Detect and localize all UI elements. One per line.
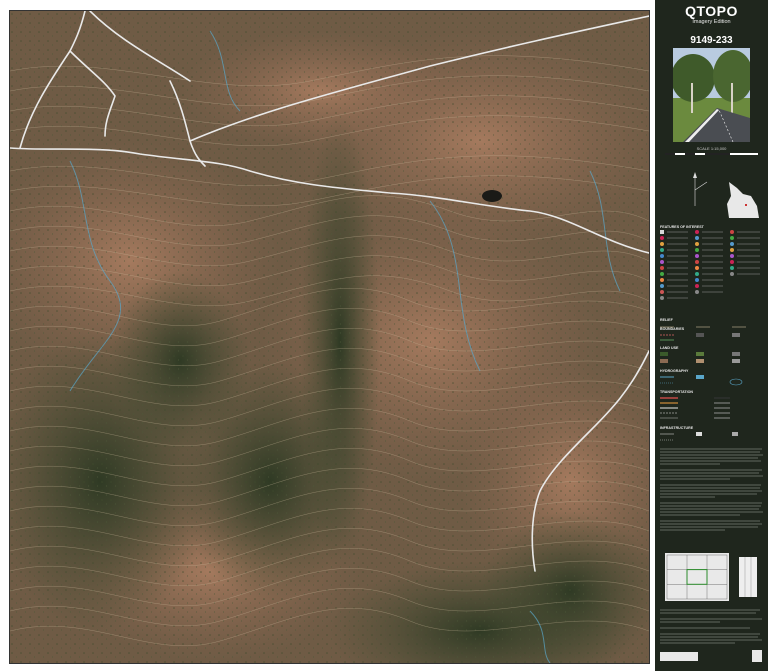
legend-panel: QTOPO Imagery Edition 9149-233 SCALE 1:1…: [655, 0, 768, 671]
transportation-legend-symbols: [660, 397, 730, 419]
boundaries-legend-symbols: [660, 333, 740, 341]
map-title: QTOPO: [685, 3, 738, 19]
adjoining-sheets-index: [665, 553, 729, 601]
legend-heading-transportation: TRANSPORTATION: [660, 390, 694, 394]
terrain-imagery: [10, 11, 649, 663]
map-sheet-frame: [0, 0, 655, 671]
imagery-map[interactable]: [9, 10, 650, 664]
land-use-legend-symbols: [660, 352, 740, 363]
legend-heading-features: FEATURES OF INTEREST: [660, 225, 704, 229]
queensland-locator-map: [727, 182, 759, 218]
footer-text-block: [660, 609, 762, 662]
legend-heading-infrastructure: INFRASTRUCTURE: [660, 426, 694, 430]
scale-label: SCALE 1:15,000: [696, 146, 727, 151]
notes-text-block: [660, 448, 763, 531]
north-arrow-icon: [693, 172, 708, 206]
hydrography-legend-symbols: [660, 375, 743, 386]
scale-bar: [665, 153, 758, 155]
infrastructure-legend-symbols: [660, 432, 738, 441]
sheet-number: 9149-233: [690, 35, 733, 46]
map-subtitle: Imagery Edition: [692, 19, 731, 25]
legend-heading-relief: RELIEF: [660, 318, 673, 322]
fold-diagram-icon: [739, 557, 757, 597]
legend-heading-hydrography: HYDROGRAPHY: [660, 369, 689, 373]
features-legend-symbols: [660, 230, 760, 300]
legend-heading-boundaries: BOUNDARIES: [660, 327, 685, 331]
legend-heading-land-use: LAND USE: [660, 346, 679, 350]
cover-photo: [673, 48, 750, 142]
